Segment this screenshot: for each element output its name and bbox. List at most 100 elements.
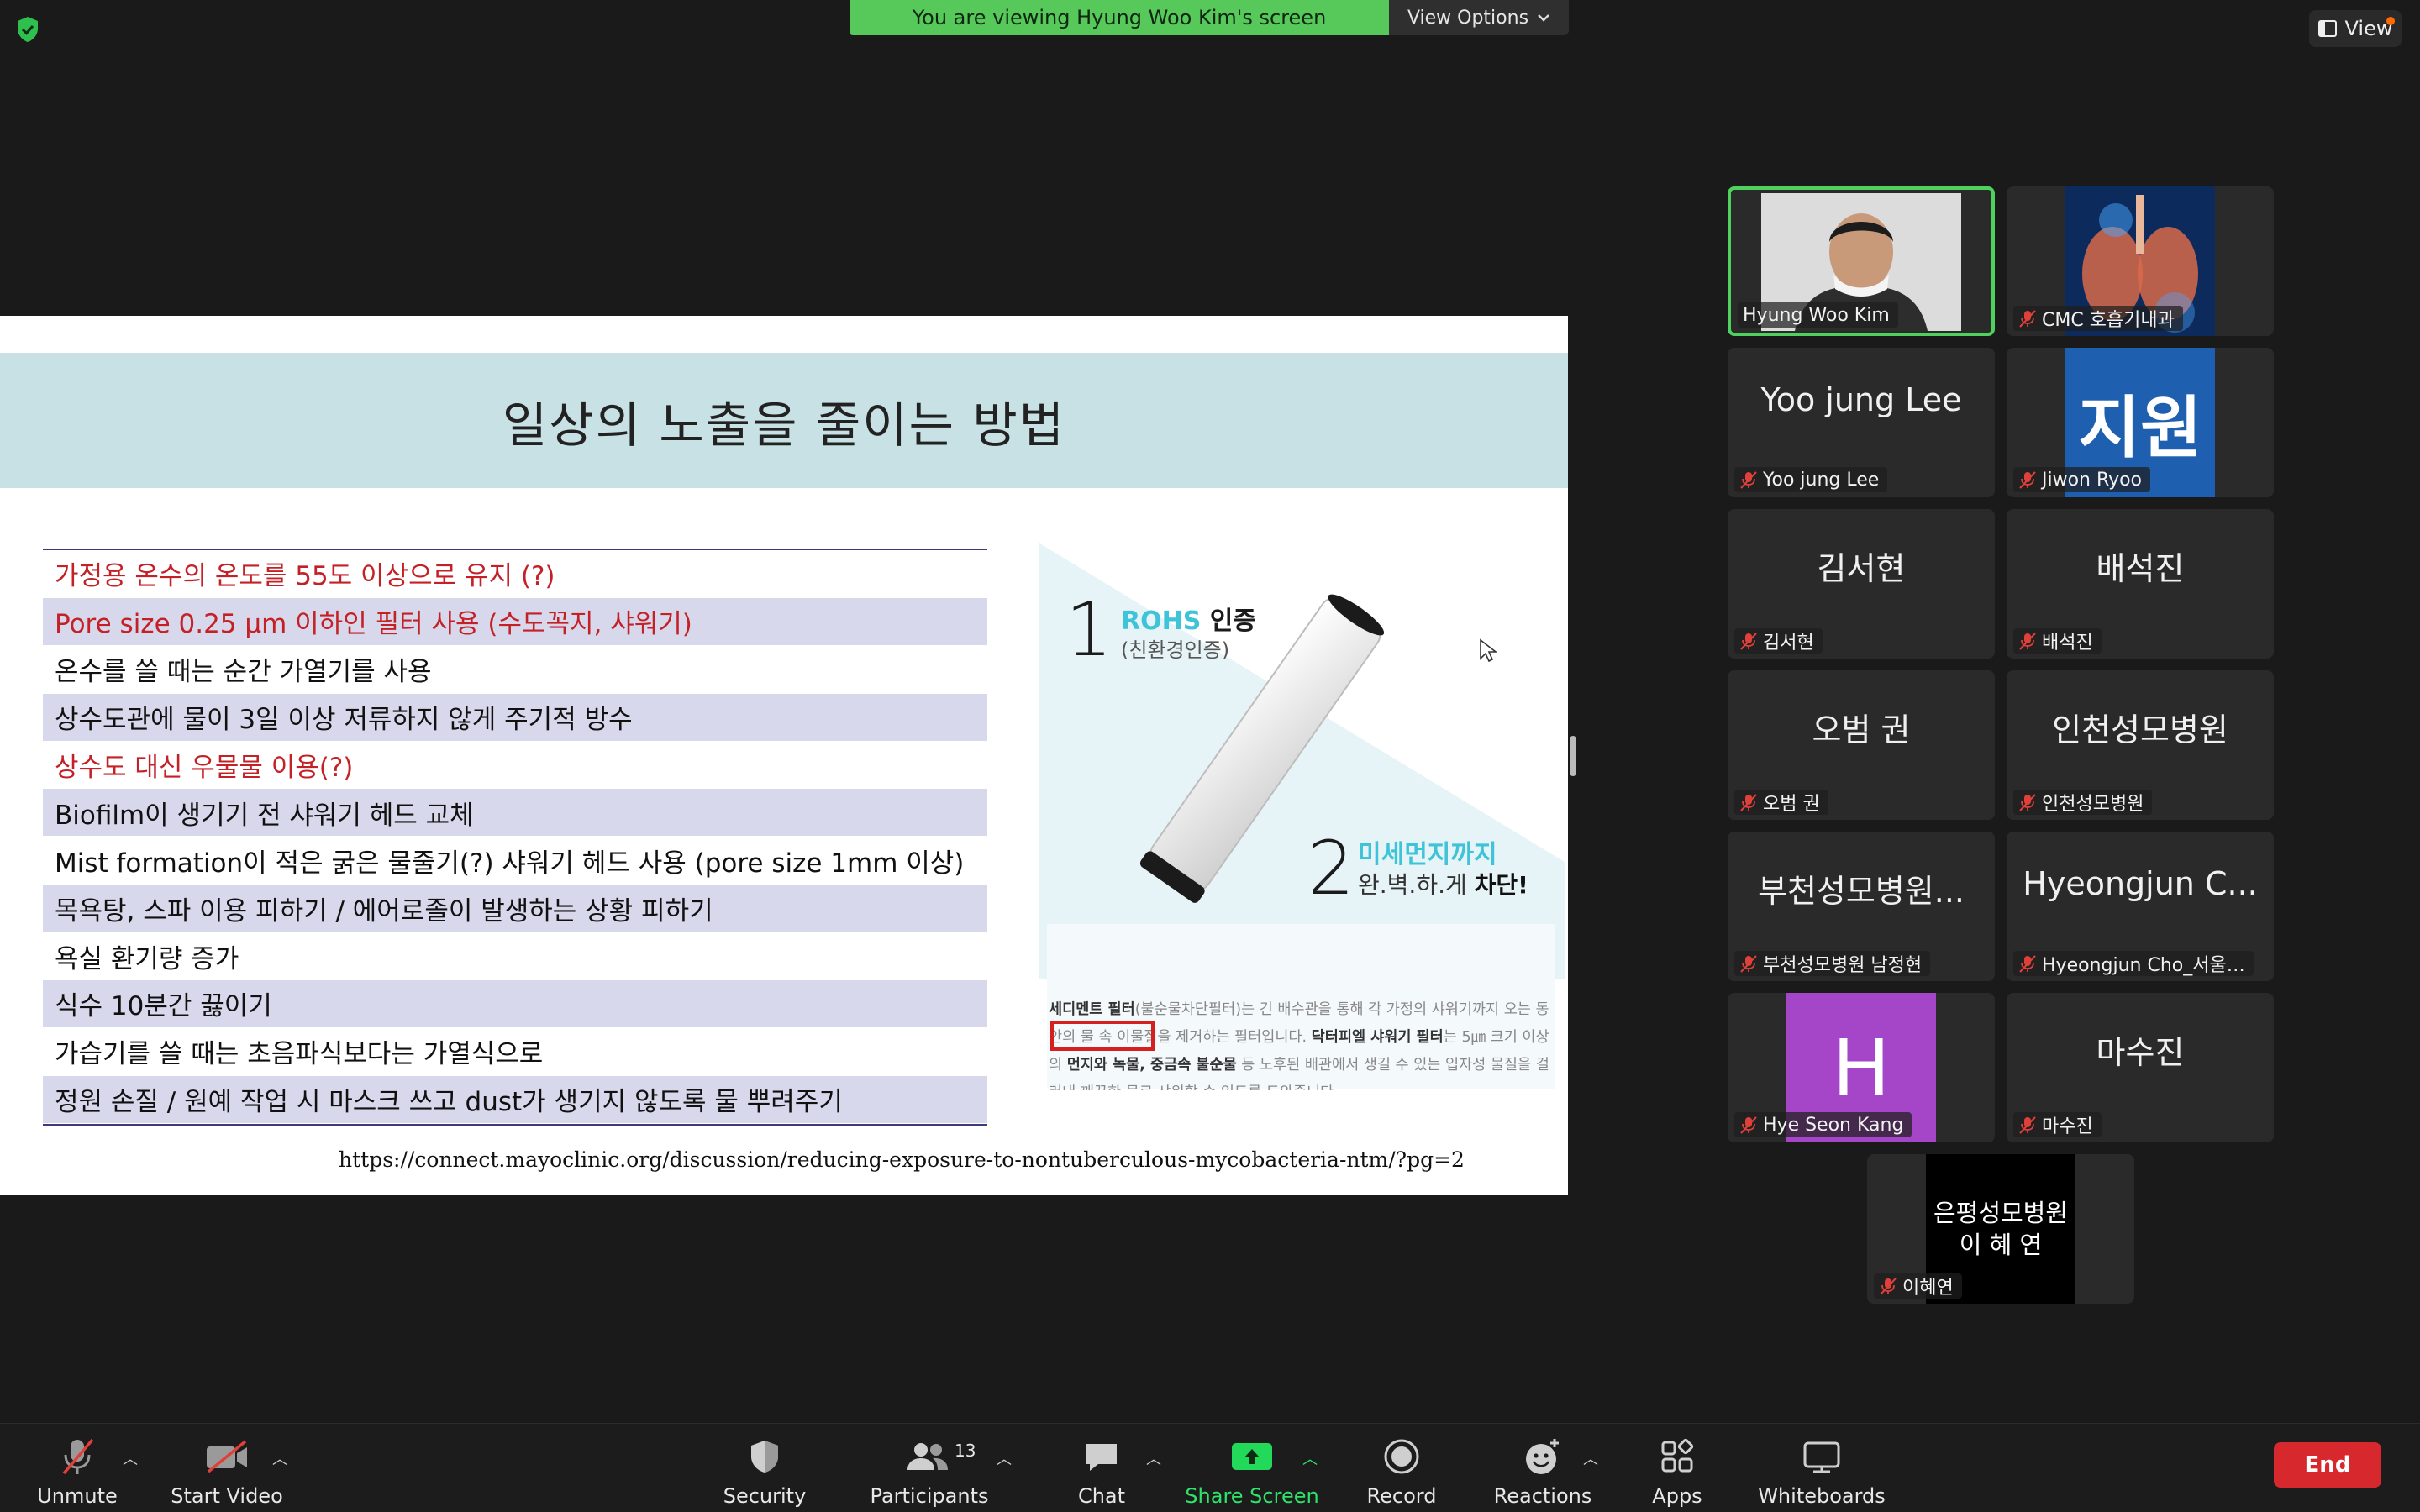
participant-tile[interactable]: 은평성모병원 이 혜 연 이혜연 [1867, 1154, 2134, 1304]
mic-muted-icon [62, 1438, 94, 1475]
participant-name: 김서현 [1763, 633, 1814, 654]
apps-icon [1661, 1438, 1694, 1473]
participant-display-name: 오범 권 [1812, 711, 1911, 748]
whiteboards-button[interactable]: Whiteboards [1756, 1434, 1887, 1509]
mic-muted-icon [1740, 1116, 1757, 1134]
ad-desc-text-2: 는 [1443, 1029, 1457, 1046]
participant-tile[interactable]: 지원 Jiwon Ryoo [2007, 348, 2274, 497]
reactions-button[interactable]: Reactions [1492, 1434, 1593, 1509]
slide-tip-item: Biofilm이 생기기 전 샤워기 헤드 교체 [43, 789, 987, 837]
layout-grid-icon [2317, 20, 2337, 37]
participant-name-label: 오범 권 [1734, 790, 1828, 815]
participant-display-name: 인천성모병원 [2052, 711, 2228, 748]
view-label: View [2344, 17, 2393, 40]
participant-tile[interactable]: 인천성모병원 인천성모병원 [2007, 670, 2274, 820]
participant-tile[interactable]: Hyung Woo Kim [1728, 186, 1995, 336]
participant-tile[interactable]: H Hye Seon Kang [1728, 993, 1995, 1142]
participant-name: 마수진 [2042, 1116, 2093, 1137]
video-options-caret[interactable]: ︿ [272, 1447, 287, 1469]
ad-desc-bold-3: 먼지와 녹물, 중금속 불순물 [1066, 1057, 1237, 1074]
participant-tile[interactable]: CMC 호흡기내과 [2007, 186, 2274, 336]
shared-slide: 일상의 노출을 줄이는 방법 가정용 온수의 온도를 55도 이상으로 유지 (… [0, 316, 1568, 1195]
unmute-label: Unmute [37, 1484, 118, 1508]
participant-tile[interactable]: 배석진 배석진 [2007, 509, 2274, 659]
start-video-button[interactable]: Start Video [168, 1434, 286, 1509]
participant-tile[interactable]: 오범 권 오범 권 [1728, 670, 1995, 820]
mic-muted-icon [2019, 955, 2036, 973]
participants-icon [908, 1443, 948, 1470]
screen-share-banner: You are viewing Hyung Woo Kim's screen [850, 0, 1389, 35]
encryption-shield-icon[interactable] [15, 15, 40, 44]
slide-tip-item: 가습기를 쓸 때는 초음파식보다는 가열식으로 [43, 1028, 987, 1076]
ad-sub-2-bold: 차단! [1474, 871, 1528, 899]
shower-filter-ad: 1 ROHS 인증 (친환경인증) 2 미세먼지까지 완.벽.하.게 차단! 세… [1039, 543, 1565, 1090]
participant-tile[interactable]: 부천성모병원... 부천성모병원 남정현 [1728, 832, 1995, 981]
view-button[interactable]: View [2309, 10, 2402, 47]
participant-display-name: 김서현 [1817, 550, 1906, 587]
record-label: Record [1366, 1484, 1437, 1508]
mic-muted-icon [2019, 471, 2036, 489]
video-off-icon [207, 1440, 247, 1473]
participant-name: 배석진 [2042, 633, 2093, 654]
chat-label: Chat [1077, 1484, 1126, 1508]
participant-name: Yoo jung Lee [1763, 469, 1880, 491]
mic-muted-icon [2019, 794, 2036, 811]
participant-tile[interactable]: 김서현 김서현 [1728, 509, 1995, 659]
chat-options-caret[interactable]: ︿ [1146, 1447, 1161, 1469]
mouse-cursor-icon [1480, 638, 1497, 663]
participant-display-name: Yoo jung Lee [1760, 381, 1962, 418]
slide-tip-item: 욕실 환기량 증가 [43, 932, 987, 981]
chat-button[interactable]: Chat [1064, 1434, 1139, 1509]
slide-tip-item: Pore size 0.25 µm 이하인 필터 사용 (수도꼭지, 샤워기) [43, 597, 987, 646]
participant-name-label: Hyeongjun Cho_서울… [2013, 951, 2254, 976]
share-screen-button[interactable]: Share Screen [1183, 1434, 1321, 1509]
participant-name-label: 배석진 [2013, 628, 2102, 654]
participant-name-label: Hye Seon Kang [1734, 1112, 1912, 1137]
chevron-down-icon [1538, 14, 1549, 22]
view-options-button[interactable]: View Options [1389, 0, 1569, 35]
start-video-label: Start Video [171, 1484, 283, 1508]
slide-title: 일상의 노출을 줄이는 방법 [502, 396, 1066, 454]
mic-muted-icon [2019, 633, 2036, 650]
reactions-options-caret[interactable]: ︿ [1583, 1447, 1598, 1469]
audio-options-caret[interactable]: ︿ [123, 1447, 138, 1469]
participants-count: 13 [955, 1441, 976, 1461]
apps-button[interactable]: Apps [1644, 1434, 1711, 1509]
mic-muted-icon [2019, 310, 2036, 328]
slide-tip-item: 상수도관에 물이 3일 이상 저류하지 않게 주기적 방수 [43, 693, 987, 742]
participant-name: Hyeongjun Cho_서울… [2042, 955, 2245, 976]
participant-name: Hyung Woo Kim [1743, 304, 1890, 326]
ad-sub-1: (친환경인증) [1121, 638, 1230, 662]
ad-heading-1: ROHS 인증 [1121, 600, 1256, 637]
participant-name-label: Jiwon Ryoo [2013, 467, 2151, 492]
mic-muted-icon [1880, 1278, 1897, 1295]
ad-heading-1-rest: 인증 [1209, 606, 1256, 636]
share-screen-icon [1232, 1443, 1272, 1470]
participant-name-label: 마수진 [2013, 1112, 2102, 1137]
participant-name: 이혜연 [1902, 1278, 1954, 1299]
record-button[interactable]: Record [1361, 1434, 1442, 1509]
participant-name: Hye Seon Kang [1763, 1114, 1904, 1136]
end-meeting-button[interactable]: End [2274, 1442, 2381, 1488]
participants-label: Participants [870, 1484, 989, 1508]
meeting-toolbar: Unmute ︿ Start Video ︿ Security Particip… [0, 1423, 2420, 1512]
participant-name: 인천성모병원 [2042, 794, 2144, 815]
participant-display-name: 부천성모병원... [1758, 873, 1965, 910]
slide-tip-item: 상수도 대신 우물물 이용(?) [43, 742, 987, 790]
security-button[interactable]: Security [723, 1434, 807, 1509]
participants-options-caret[interactable]: ︿ [997, 1447, 1012, 1469]
participant-tile[interactable]: Yoo jung Lee Yoo jung Lee [1728, 348, 1995, 497]
participant-tile[interactable]: Hyeongjun C... Hyeongjun Cho_서울… [2007, 832, 2274, 981]
ad-desc-bold-2: 닥터피엘 샤워기 필터 [1311, 1029, 1444, 1046]
chat-bubble-icon [1086, 1444, 1117, 1471]
participant-tile[interactable]: 마수진 마수진 [2007, 993, 2274, 1142]
name-card-line: 이 혜 연 [1959, 1231, 2043, 1259]
split-resize-handle[interactable] [1570, 736, 1576, 776]
ad-number-1: 1 [1065, 586, 1113, 673]
participant-display-name: 마수진 [2096, 1034, 2185, 1071]
apps-label: Apps [1652, 1484, 1702, 1508]
slide-tip-item: 온수를 쓸 때는 순간 가열기를 사용 [43, 646, 987, 694]
share-options-caret[interactable]: ︿ [1302, 1447, 1318, 1469]
unmute-button[interactable]: Unmute [37, 1434, 118, 1509]
slide-tip-item: 가정용 온수의 온도를 55도 이상으로 유지 (?) [43, 550, 987, 598]
